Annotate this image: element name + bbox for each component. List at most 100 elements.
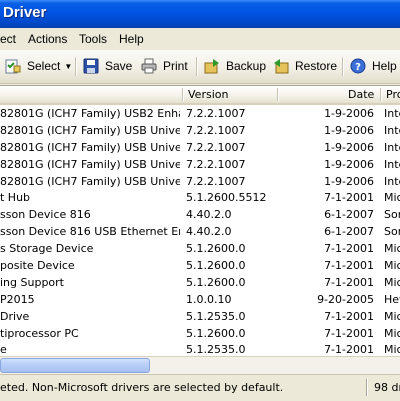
table-row[interactable]: tiprocessor PC 5.1.2600.0 7-1-2001 Micr	[0, 325, 400, 342]
cell-provider: Inte	[384, 174, 400, 188]
cell-provider: Inte	[384, 157, 400, 171]
cell-version: 5.1.2535.0	[186, 309, 246, 323]
cell-version: 5.1.2600.0	[186, 326, 246, 340]
column-divider[interactable]	[277, 88, 278, 101]
menu-tools[interactable]: Tools	[79, 32, 107, 46]
column-divider[interactable]	[182, 88, 183, 101]
cell-provider: Micr	[384, 326, 400, 340]
cell-name: sson Device 816 USB Ethernet Emu...	[0, 225, 180, 239]
backup-label: Backup	[226, 59, 267, 73]
menu-help[interactable]: Help	[119, 32, 144, 46]
cell-version: 5.1.2600.5512	[186, 191, 267, 205]
cell-date: 1-9-2006	[324, 140, 374, 154]
table-row[interactable]: Drive 5.1.2535.0 7-1-2001 Micr	[0, 308, 400, 325]
status-bar: eted. Non-Microsoft drivers are selected…	[0, 374, 400, 401]
table-row[interactable]: 82801G (ICH7 Family) USB Universa... 7.2.…	[0, 156, 400, 173]
restore-icon	[274, 59, 289, 74]
save-icon	[83, 58, 99, 74]
cell-date: 7-1-2001	[324, 309, 374, 323]
status-message: eted. Non-Microsoft drivers are selected…	[0, 381, 284, 394]
cell-provider: Micr	[384, 275, 400, 289]
print-button[interactable]: Print	[140, 54, 188, 78]
cell-name: sson Device 816	[0, 208, 91, 222]
backup-button[interactable]: Backup	[203, 54, 266, 78]
table-row[interactable]: s Storage Device 5.1.2600.0 7-1-2001 Micr	[0, 240, 400, 257]
table-row[interactable]: posite Device 5.1.2600.0 7-1-2001 Micr	[0, 257, 400, 274]
toolbar-separator	[75, 57, 76, 76]
print-label: Print	[163, 59, 188, 73]
table-row[interactable]: 82801G (ICH7 Family) USB Universa... 7.2.…	[0, 139, 400, 156]
select-button[interactable]: Select ▼	[4, 54, 72, 78]
window-title: Driver	[3, 4, 47, 21]
cell-name: 82801G (ICH7 Family) USB Universa...	[0, 157, 180, 171]
cell-provider: Micr	[384, 259, 400, 273]
cell-name: e	[0, 343, 7, 357]
cell-name: P2015	[0, 292, 35, 306]
menu-select[interactable]: ect	[0, 32, 16, 46]
driver-count: 98 dr	[374, 381, 400, 394]
cell-date: 7-1-2001	[324, 326, 374, 340]
cell-provider: Son	[384, 208, 400, 222]
cell-date: 1-9-2006	[324, 157, 374, 171]
cell-version: 7.2.2.1007	[186, 140, 246, 154]
table-row[interactable]: P2015 1.0.0.10 9-20-2005 Hew	[0, 291, 400, 308]
table-row[interactable]: 82801G (ICH7 Family) USB2 Enhanc... 7.2.2…	[0, 105, 400, 122]
status-divider	[366, 379, 367, 396]
cell-date: 7-1-2001	[324, 259, 374, 273]
cell-version: 7.2.2.1007	[186, 123, 246, 137]
cell-version: 7.2.2.1007	[186, 107, 246, 120]
table-row[interactable]: ing Support 5.1.2600.0 7-1-2001 Micr	[0, 274, 400, 291]
horizontal-scrollbar[interactable]	[0, 356, 400, 374]
cell-date: 1-9-2006	[324, 107, 374, 120]
cell-provider: Son	[384, 225, 400, 239]
cell-date: 7-1-2001	[324, 343, 374, 357]
table-row[interactable]: 82801G (ICH7 Family) USB Universa... 7.2.…	[0, 122, 400, 139]
cell-name: 82801G (ICH7 Family) USB Universa...	[0, 174, 180, 188]
select-icon	[5, 59, 21, 74]
save-button[interactable]: Save	[82, 54, 132, 78]
cell-version: 4.40.2.0	[186, 208, 232, 222]
cell-date: 1-9-2006	[324, 174, 374, 188]
help-icon: ?	[350, 58, 366, 74]
driver-list[interactable]: Version Date Pro 82801G (ICH7 Family) US…	[0, 85, 400, 357]
chevron-down-icon: ▼	[64, 61, 73, 71]
cell-version: 5.1.2600.0	[186, 242, 246, 256]
cell-provider: Inte	[384, 140, 400, 154]
cell-date: 1-9-2006	[324, 123, 374, 137]
scrollbar-thumb[interactable]	[0, 358, 150, 373]
help-button[interactable]: ? Help	[349, 54, 397, 78]
table-row[interactable]: sson Device 816 4.40.2.0 6-1-2007 Son	[0, 206, 400, 223]
column-divider[interactable]	[380, 88, 381, 101]
column-header-version[interactable]: Version	[188, 88, 228, 101]
cell-date: 6-1-2007	[324, 225, 374, 239]
cell-provider: Inte	[384, 107, 400, 120]
printer-icon	[141, 58, 157, 74]
cell-version: 7.2.2.1007	[186, 174, 246, 188]
help-label: Help	[372, 59, 397, 73]
table-row[interactable]: sson Device 816 USB Ethernet Emu... 4.40.…	[0, 223, 400, 240]
cell-name: tiprocessor PC	[0, 326, 79, 340]
cell-provider: Micr	[384, 191, 400, 205]
title-bar[interactable]: Driver	[0, 0, 400, 28]
cell-date: 7-1-2001	[324, 275, 374, 289]
cell-version: 5.1.2600.0	[186, 259, 246, 273]
cell-name: s Storage Device	[0, 242, 94, 256]
table-row[interactable]: t Hub 5.1.2600.5512 7-1-2001 Micr	[0, 189, 400, 206]
column-header-date[interactable]: Date	[348, 88, 374, 101]
restore-button[interactable]: Restore	[272, 54, 337, 78]
cell-name: Drive	[0, 309, 30, 323]
cell-provider: Hew	[384, 292, 400, 306]
table-row[interactable]: e 5.1.2535.0 7-1-2001 Micr	[0, 341, 400, 357]
cell-name: 82801G (ICH7 Family) USB2 Enhanc...	[0, 107, 180, 120]
cell-date: 6-1-2007	[324, 208, 374, 222]
cell-version: 4.40.2.0	[186, 225, 232, 239]
cell-date: 7-1-2001	[324, 191, 374, 205]
cell-version: 5.1.2535.0	[186, 343, 246, 357]
table-row[interactable]: 82801G (ICH7 Family) USB Universa... 7.2.…	[0, 173, 400, 190]
toolbar: Select ▼ Save Print Backup Restore ? Hel…	[0, 50, 400, 84]
menu-actions[interactable]: Actions	[28, 32, 67, 46]
column-header-provider[interactable]: Pro	[386, 88, 400, 101]
cell-version: 1.0.0.10	[186, 292, 232, 306]
cell-version: 7.2.2.1007	[186, 157, 246, 171]
cell-name: 82801G (ICH7 Family) USB Universa...	[0, 140, 180, 154]
